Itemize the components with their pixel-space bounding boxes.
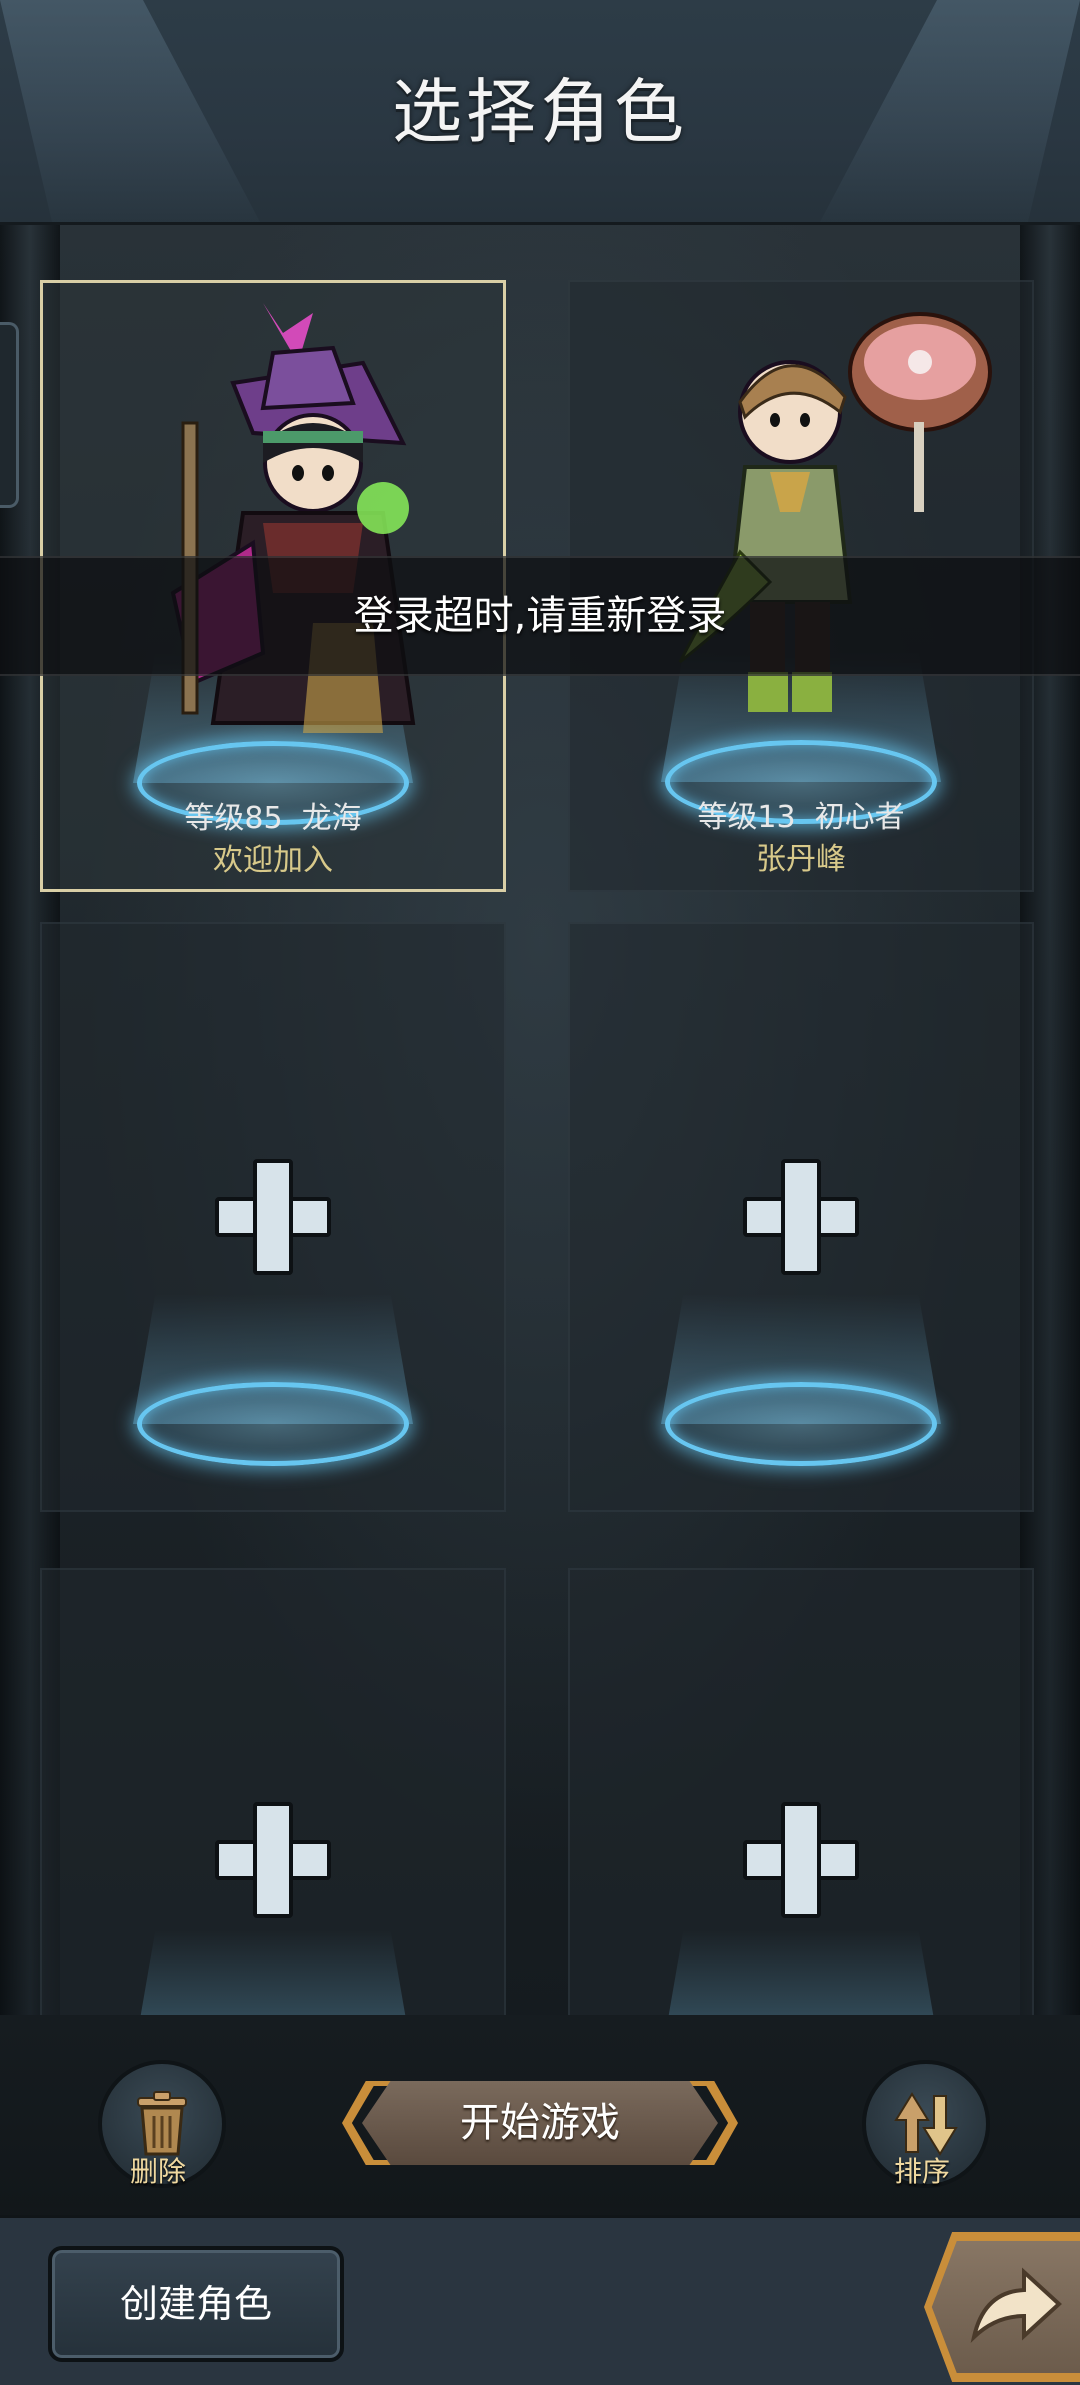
login-timeout-toast: 登录超时,请重新登录 <box>0 556 1080 676</box>
enter-game-button[interactable] <box>924 2232 1080 2382</box>
create-character-button[interactable]: 创建角色 <box>48 2246 344 2362</box>
warrior-character-sprite <box>678 312 992 712</box>
sort-label: 排序 <box>893 2155 950 2188</box>
character-subtitle: 欢迎加入 <box>213 843 333 878</box>
empty-slot-3[interactable] <box>40 1568 506 2015</box>
plus-icon <box>743 1159 859 1275</box>
empty-slot-4[interactable] <box>568 1568 1034 2015</box>
create-character-label: 创建角色 <box>119 2282 272 2326</box>
character-grid: 等级85 龙海 欢迎加入 等级13 初心者 张丹峰 <box>0 225 1080 2015</box>
character-level-name: 等级13 初心者 <box>697 800 905 835</box>
header-bar: 选择角色 <box>0 0 1080 225</box>
summon-circle <box>137 1382 409 1466</box>
summon-beam <box>133 1930 413 2015</box>
arrow-right-icon <box>970 2267 1062 2343</box>
page-title: 选择角色 <box>392 71 688 153</box>
plus-icon <box>215 1802 331 1918</box>
start-game-button[interactable]: 开始游戏 <box>342 2081 738 2165</box>
empty-slot-2[interactable] <box>568 922 1034 1512</box>
delete-label: 删除 <box>129 2155 186 2188</box>
empty-slot-1[interactable] <box>40 922 506 1512</box>
plus-icon <box>743 1802 859 1918</box>
character-level-name: 等级85 龙海 <box>184 801 362 836</box>
summon-circle <box>665 1382 937 1466</box>
character-subtitle: 张丹峰 <box>756 842 846 877</box>
plus-icon <box>215 1159 331 1275</box>
summon-beam <box>661 1930 941 2015</box>
side-drawer-tab[interactable] <box>0 322 19 508</box>
start-game-label: 开始游戏 <box>460 2100 620 2146</box>
toast-message: 登录超时,请重新登录 <box>353 593 727 639</box>
